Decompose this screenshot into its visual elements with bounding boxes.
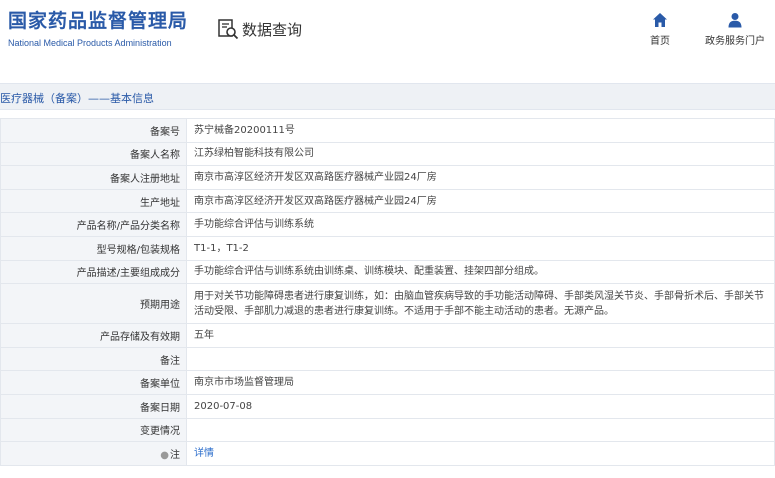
site-logo[interactable]: 国家药品监督管理局 National Medical Products Admi… xyxy=(8,9,188,50)
table-row: 产品名称/产品分类名称 手功能综合评估与训练系统 xyxy=(0,212,775,237)
data-query-label: 数据查询 xyxy=(242,20,303,39)
row-label: 备案人注册地址 xyxy=(0,165,187,190)
device-info-table: 备案号 苏宁械备20200111号 备案人名称 江苏绿柏智能科技有限公司 备案人… xyxy=(0,118,775,466)
row-value: 南京市市场监督管理局 xyxy=(186,370,775,395)
row-label: 生产地址 xyxy=(0,188,187,214)
nav-service-label: 政务服务门户 xyxy=(705,36,765,47)
document-search-icon xyxy=(218,19,239,40)
row-value: 南京市高淳区经济开发区双高路医疗器械产业园24厂房 xyxy=(186,165,775,190)
nav-government-service-portal[interactable]: 政务服务门户 xyxy=(705,12,765,47)
table-row: 备案人注册地址 南京市高淳区经济开发区双高路医疗器械产业园24厂房 xyxy=(0,165,775,190)
table-row: ●注 详情 xyxy=(0,441,775,466)
section-header: 医疗器械（备案）——基本信息 xyxy=(0,83,775,110)
table-row: 产品存储及有效期 五年 xyxy=(0,323,775,348)
nav-home-label: 首页 xyxy=(650,36,670,47)
user-icon xyxy=(728,13,742,28)
row-label: 备案单位 xyxy=(0,370,187,395)
table-row: 备案单位 南京市市场监督管理局 xyxy=(0,370,775,395)
row-value: 详情 xyxy=(186,441,775,466)
table-row: 预期用途 用于对关节功能障碍患者进行康复训练，如：由脑血管疾病导致的手功能活动障… xyxy=(0,283,775,325)
logo-chinese-name: 国家药品监督管理局 xyxy=(8,10,189,32)
row-label-note: ●注 xyxy=(0,441,187,466)
nav-home[interactable]: 首页 xyxy=(650,12,670,47)
row-value: 江苏绿柏智能科技有限公司 xyxy=(186,141,775,167)
row-value xyxy=(186,417,775,443)
row-value: 南京市高淳区经济开发区双高路医疗器械产业园24厂房 xyxy=(186,188,775,214)
row-label: 备案人名称 xyxy=(0,141,187,167)
row-label: 型号规格/包装规格 xyxy=(0,235,187,261)
data-query-heading: 数据查询 xyxy=(217,18,302,40)
row-value: 2020-07-08 xyxy=(186,393,775,419)
row-label: 产品存储及有效期 xyxy=(0,323,187,348)
row-label: 备案日期 xyxy=(0,393,187,419)
details-link[interactable]: 详情 xyxy=(194,448,214,459)
row-value: 五年 xyxy=(186,323,775,348)
row-label: 预期用途 xyxy=(0,283,187,325)
table-row: 生产地址 南京市高淳区经济开发区双高路医疗器械产业园24厂房 xyxy=(0,188,775,214)
row-label: 产品描述/主要组成成分 xyxy=(0,259,187,285)
row-value xyxy=(186,346,775,372)
row-value: 手功能综合评估与训练系统由训练桌、训练模块、配重装置、挂架四部分组成。 xyxy=(186,259,775,285)
table-row: 备案日期 2020-07-08 xyxy=(0,393,775,419)
row-label: 变更情况 xyxy=(0,417,187,443)
row-value: 手功能综合评估与训练系统 xyxy=(186,212,775,237)
table-row: 变更情况 xyxy=(0,417,775,443)
table-row: 产品描述/主要组成成分 手功能综合评估与训练系统由训练桌、训练模块、配重装置、挂… xyxy=(0,259,775,285)
table-row: 备案号 苏宁械备20200111号 xyxy=(0,118,775,143)
logo-english-name: National Medical Products Administration xyxy=(8,38,172,48)
row-label: 备案号 xyxy=(0,118,187,143)
row-value: T1-1，T1-2 xyxy=(186,235,775,261)
row-label: 产品名称/产品分类名称 xyxy=(0,212,187,237)
pin-icon: ● xyxy=(160,449,169,461)
site-header: 国家药品监督管理局 National Medical Products Admi… xyxy=(0,0,775,68)
section-title: 医疗器械（备案）——基本信息 xyxy=(0,92,154,105)
row-value: 用于对关节功能障碍患者进行康复训练，如：由脑血管疾病导致的手功能活动障碍、手部类… xyxy=(186,283,775,325)
table-row: 备案人名称 江苏绿柏智能科技有限公司 xyxy=(0,141,775,167)
home-icon xyxy=(653,13,667,27)
note-label: 注 xyxy=(170,449,180,461)
row-label: 备注 xyxy=(0,346,187,372)
table-row: 型号规格/包装规格 T1-1，T1-2 xyxy=(0,235,775,261)
row-value: 苏宁械备20200111号 xyxy=(186,118,775,143)
table-row: 备注 xyxy=(0,346,775,372)
